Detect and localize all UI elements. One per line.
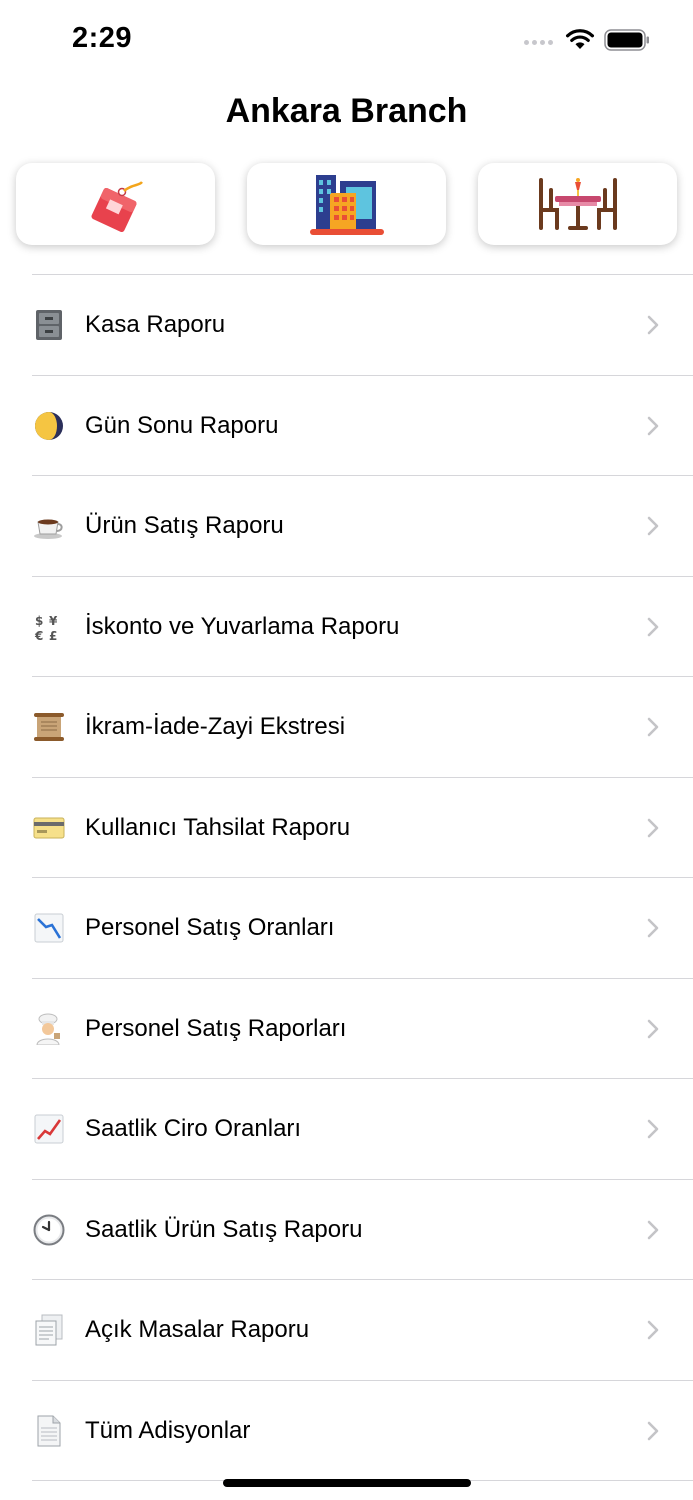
list-item-kullanici-tahsilat[interactable]: Kullanıcı Tahsilat Raporu xyxy=(32,778,693,878)
currency-exchange-icon: $ ¥ € £ xyxy=(32,611,66,643)
report-menu-list: Kasa Raporu Gün Sonu Raporu Ürün Satış R… xyxy=(32,274,693,1481)
scroll-icon xyxy=(32,711,66,743)
chevron-right-icon xyxy=(647,315,659,335)
list-item-label: Gün Sonu Raporu xyxy=(85,411,279,439)
wifi-icon xyxy=(566,29,594,49)
list-item-saatlik-urun-satis[interactable]: Saatlik Ürün Satış Raporu xyxy=(32,1180,693,1280)
shortcut-card-tables[interactable] xyxy=(478,163,677,245)
moon-icon xyxy=(32,410,66,442)
dining-table-icon xyxy=(538,178,617,230)
list-item-label: İkram-İade-Zayi Ekstresi xyxy=(85,713,346,740)
home-indicator[interactable] xyxy=(223,1479,471,1487)
svg-text:¥: ¥ xyxy=(49,614,58,628)
documents-icon xyxy=(32,1314,66,1346)
page-icon xyxy=(32,1415,66,1447)
chevron-right-icon xyxy=(647,617,659,636)
chevron-right-icon xyxy=(647,1320,659,1340)
chart-increasing-icon xyxy=(32,1113,66,1145)
list-item-tum-adisyonlar[interactable]: Tüm Adisyonlar xyxy=(32,1381,693,1481)
svg-text:£: £ xyxy=(49,629,57,642)
list-item-kasa-raporu[interactable]: Kasa Raporu xyxy=(32,275,693,376)
coffee-icon xyxy=(32,510,66,542)
buildings-icon xyxy=(309,175,384,235)
battery-icon xyxy=(604,29,649,51)
list-item-acik-masalar[interactable]: Açık Masalar Raporu xyxy=(32,1280,693,1381)
chevron-right-icon xyxy=(647,416,659,435)
list-item-urun-satis-raporu[interactable]: Ürün Satış Raporu xyxy=(32,476,693,577)
list-item-label: Personel Satış Raporları xyxy=(85,1014,347,1042)
list-item-label: Kasa Raporu xyxy=(85,311,226,338)
chevron-right-icon xyxy=(647,516,659,536)
list-item-ikram-iade-zayi[interactable]: İkram-İade-Zayi Ekstresi xyxy=(32,677,693,778)
chevron-right-icon xyxy=(647,1220,659,1239)
svg-text:$: $ xyxy=(35,614,43,628)
chevron-right-icon xyxy=(647,1119,659,1139)
status-time: 2:29 xyxy=(72,22,133,54)
list-item-personel-satis-raporlari[interactable]: Personel Satış Raporları xyxy=(32,979,693,1079)
chevron-right-icon xyxy=(647,818,659,837)
svg-text:€: € xyxy=(34,629,43,642)
chevron-right-icon xyxy=(647,918,659,938)
list-item-label: İskonto ve Yuvarlama Raporu xyxy=(85,612,400,640)
list-item-iskonto-raporu[interactable]: $ ¥ € £ İskonto ve Yuvarlama Raporu xyxy=(32,577,693,677)
list-item-label: Saatlik Ciro Oranları xyxy=(85,1115,302,1142)
shortcut-cards xyxy=(16,163,677,245)
list-item-label: Tüm Adisyonlar xyxy=(85,1416,251,1444)
chevron-right-icon xyxy=(647,717,659,737)
chart-decreasing-icon xyxy=(32,912,66,944)
list-item-label: Saatlik Ürün Satış Raporu xyxy=(85,1215,363,1243)
cook-icon xyxy=(32,1013,66,1045)
chevron-right-icon xyxy=(647,1421,659,1440)
status-bar: 2:29 xyxy=(0,0,693,80)
list-item-label: Ürün Satış Raporu xyxy=(85,512,284,539)
chevron-right-icon xyxy=(647,1019,659,1038)
list-item-saatlik-ciro-oranlari[interactable]: Saatlik Ciro Oranları xyxy=(32,1079,693,1180)
page-title: Ankara Branch xyxy=(225,92,468,130)
list-item-label: Açık Masalar Raporu xyxy=(85,1316,310,1343)
credit-card-icon xyxy=(32,812,66,844)
price-tag-icon xyxy=(90,181,143,233)
list-item-label: Kullanıcı Tahsilat Raporu xyxy=(85,813,351,841)
clock-icon xyxy=(32,1214,66,1246)
list-item-label: Personel Satış Oranları xyxy=(85,914,335,941)
file-cabinet-icon xyxy=(32,309,66,341)
cellular-signal-icon xyxy=(524,40,553,45)
list-item-personel-satis-oranlari[interactable]: Personel Satış Oranları xyxy=(32,878,693,979)
shortcut-card-branches[interactable] xyxy=(247,163,446,245)
list-item-gun-sonu-raporu[interactable]: Gün Sonu Raporu xyxy=(32,376,693,476)
shortcut-card-tags[interactable] xyxy=(16,163,215,245)
